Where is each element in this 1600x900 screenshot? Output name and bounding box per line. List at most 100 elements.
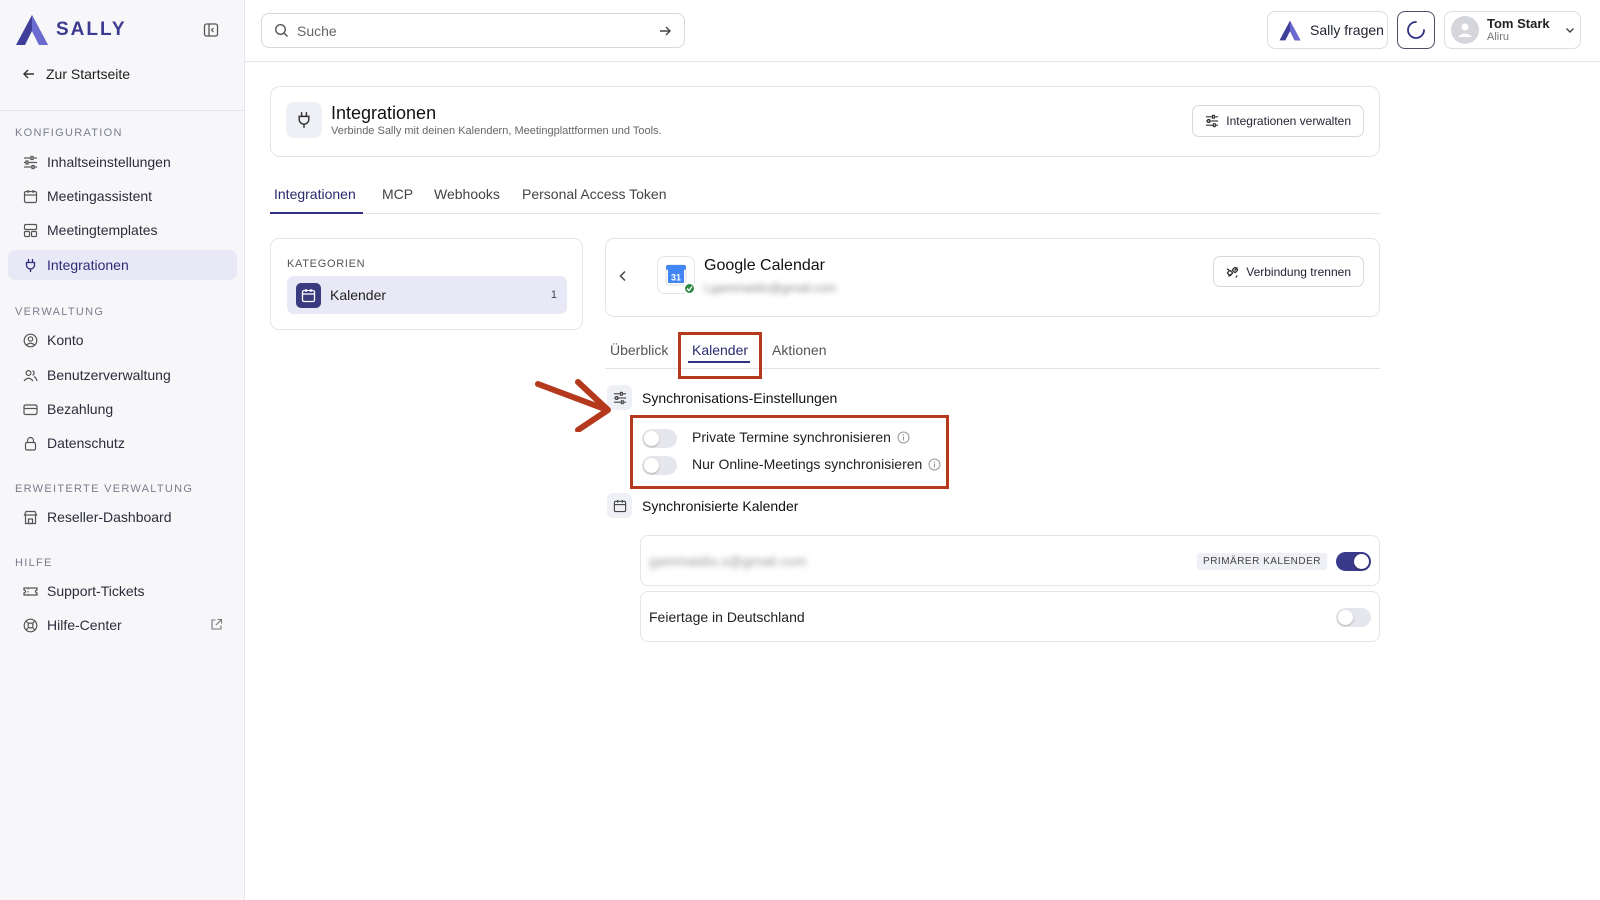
google-calendar-icon: 31 (665, 264, 687, 286)
tab-webhooks[interactable]: Webhooks (434, 186, 500, 202)
refresh-button[interactable] (1397, 11, 1435, 49)
sidebar-item-datenschutz[interactable]: Datenschutz (8, 428, 237, 458)
info-icon[interactable] (928, 458, 941, 471)
sidebar-item-label: Inhaltseinstellungen (47, 154, 171, 170)
sliders-icon (24, 155, 37, 169)
section-konfiguration: KONFIGURATION (15, 127, 123, 139)
toggle-knob (644, 458, 659, 473)
template-icon (23, 223, 38, 237)
section-erweiterte-verwaltung: ERWEITERTE VERWALTUNG (15, 483, 194, 495)
sidebar-item-label: Konto (47, 332, 84, 348)
ask-sally-label: Sally fragen (1310, 22, 1384, 38)
sally-logo-icon (16, 15, 48, 45)
credit-card-icon (23, 403, 38, 415)
toggle-knob (1338, 610, 1353, 625)
connected-check-icon (683, 282, 696, 295)
unlink-icon (1226, 266, 1239, 278)
ask-sally-button[interactable]: Sally fragen (1267, 11, 1388, 49)
sidebar-item-reseller-dashboard[interactable]: Reseller-Dashboard (8, 502, 237, 532)
sidebar: SALLY Zur Startseite KONFIGURATION Inhal… (0, 0, 245, 900)
back-to-home-link[interactable]: Zur Startseite (22, 66, 130, 82)
sidebar-item-support-tickets[interactable]: Support-Tickets (8, 576, 237, 606)
tab-kalender[interactable]: Kalender (692, 342, 748, 358)
page-subtitle: Verbinde Sally mit deinen Kalendern, Mee… (331, 125, 662, 137)
sidebar-item-benutzerverwaltung[interactable]: Benutzerverwaltung (8, 360, 237, 390)
page-title: Integrationen (331, 103, 437, 123)
search-input[interactable] (297, 22, 650, 39)
sidebar-item-konto[interactable]: Konto (8, 325, 237, 355)
category-count: 1 (550, 289, 557, 301)
user-menu-button[interactable]: Tom Stark Aliru (1444, 11, 1581, 49)
toggle-knob (1354, 554, 1369, 569)
page-header-card: Integrationen Verbinde Sally mit deinen … (270, 86, 1380, 157)
user-info: Tom Stark Aliru (1487, 16, 1550, 44)
toggle-primary-calendar[interactable] (1336, 552, 1371, 571)
primary-calendar-badge: PRIMÄRER KALENDER (1197, 553, 1327, 570)
toggle-online-meetings-only[interactable] (642, 456, 677, 475)
brand-logo[interactable]: SALLY (14, 14, 127, 46)
brand-name: SALLY (56, 19, 127, 40)
provider-sub-tabs: Überblick Kalender Aktionen (605, 332, 1380, 369)
disconnect-button[interactable]: Verbindung trennen (1213, 256, 1364, 287)
sync-settings-title: Synchronisations-Einstellungen (642, 390, 838, 406)
search-bar[interactable] (261, 13, 685, 48)
sidebar-item-meetingassistent[interactable]: Meetingassistent (8, 181, 237, 211)
arrow-left-icon (23, 69, 34, 79)
topbar: Sally fragen Tom Stark Aliru (245, 0, 1600, 62)
user-circle-icon (23, 333, 38, 347)
provider-email: t.gammaidio@gmail.com (704, 281, 837, 295)
synced-calendars-title: Synchronisierte Kalender (642, 498, 799, 514)
calendar-icon (613, 499, 626, 512)
tab-integrationen[interactable]: Integrationen (274, 186, 356, 202)
tab-ueberblick[interactable]: Überblick (610, 342, 668, 358)
category-label: Kalender (330, 287, 387, 303)
calendar-row-primary: gammaidio.s@gmail.com PRIMÄRER KALENDER (640, 535, 1380, 586)
sidebar-item-label: Bezahlung (47, 401, 114, 417)
arrow-right-icon[interactable] (658, 24, 672, 38)
disconnect-label: Verbindung trennen (1246, 264, 1351, 279)
section-hilfe: HILFE (15, 557, 53, 569)
sidebar-item-label: Integrationen (47, 257, 129, 273)
calendar-name: Feiertage in Deutschland (649, 609, 805, 625)
main-tabs: Integrationen MCP Webhooks Personal Acce… (270, 180, 1380, 214)
option-label: Private Termine synchronisieren (692, 429, 891, 445)
chevron-left-icon (619, 270, 626, 282)
category-item-kalender[interactable]: Kalender 1 (287, 276, 567, 314)
active-subtab-indicator (688, 361, 750, 363)
sidebar-item-inhaltseinstellungen[interactable]: Inhaltseinstellungen (8, 147, 237, 177)
toggle-private-events[interactable] (642, 429, 677, 448)
tab-aktionen[interactable]: Aktionen (772, 342, 826, 358)
option-private-events: Private Termine synchronisieren (692, 429, 910, 445)
sidebar-item-integrationen[interactable]: Integrationen (8, 250, 237, 280)
sidebar-item-label: Meetingtemplates (47, 222, 158, 238)
sidebar-item-label: Support-Tickets (47, 583, 145, 599)
sidebar-item-meetingtemplates[interactable]: Meetingtemplates (8, 215, 237, 245)
sidebar-item-label: Benutzerverwaltung (47, 367, 171, 383)
external-link-icon (211, 618, 223, 630)
sidebar-item-bezahlung[interactable]: Bezahlung (8, 394, 237, 424)
info-icon[interactable] (897, 431, 910, 444)
sidebar-item-label: Datenschutz (47, 435, 125, 451)
toggle-holidays-calendar[interactable] (1336, 608, 1371, 627)
sidebar-item-hilfe-center[interactable]: Hilfe-Center (8, 610, 237, 640)
calendar-day-text: 31 (671, 273, 681, 283)
sidebar-toggle-icon (203, 23, 219, 37)
ticket-icon (23, 586, 38, 596)
provider-back-button[interactable] (616, 269, 630, 283)
chevron-down-icon (1565, 28, 1574, 33)
back-label: Zur Startseite (46, 66, 131, 82)
annotation-box-sync-options (630, 415, 949, 489)
synced-calendars-icon-box (607, 493, 632, 518)
sidebar-collapse-button[interactable] (203, 22, 223, 42)
tab-personal-access-token[interactable]: Personal Access Token (522, 186, 667, 202)
lifebuoy-icon (23, 618, 38, 632)
manage-integrations-label: Integrationen verwalten (1226, 114, 1351, 128)
users-icon (23, 369, 38, 381)
option-online-meetings: Nur Online-Meetings synchronisieren (692, 456, 941, 472)
tab-mcp[interactable]: MCP (382, 186, 413, 202)
sliders-icon (1206, 114, 1219, 128)
calendar-name: gammaidio.s@gmail.com (649, 553, 807, 569)
option-label: Nur Online-Meetings synchronisieren (692, 456, 923, 472)
categories-label: KATEGORIEN (287, 258, 366, 270)
manage-integrations-button[interactable]: Integrationen verwalten (1192, 105, 1364, 137)
